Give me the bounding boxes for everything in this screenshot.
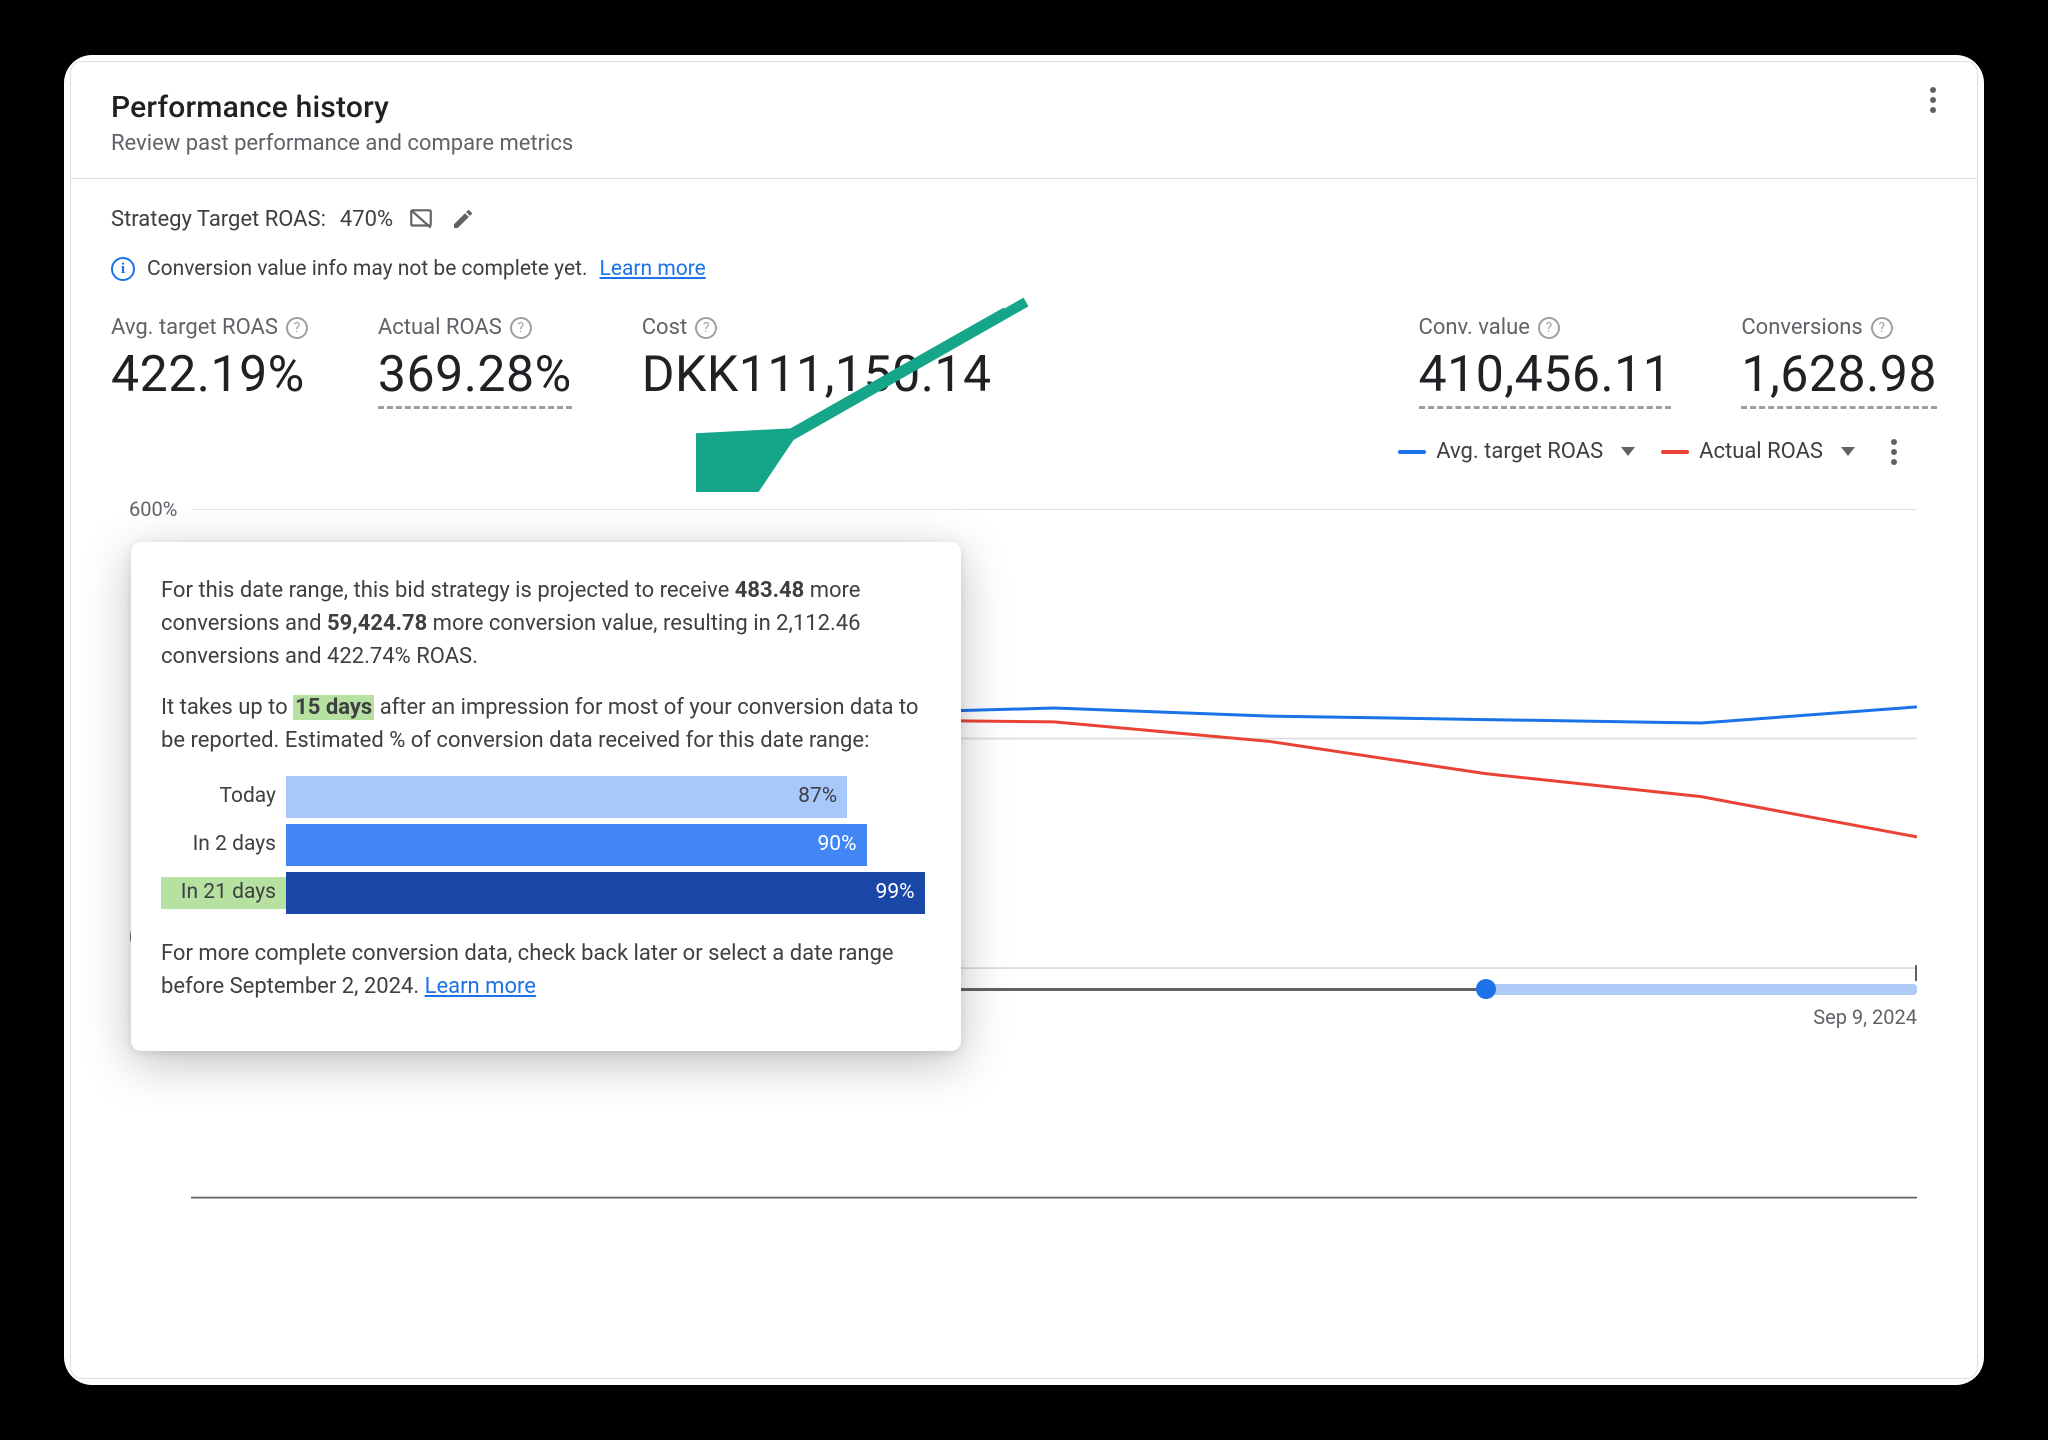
metric-avg-target-roas: Avg. target ROAS? 422.19%: [111, 315, 308, 409]
help-icon[interactable]: ?: [1538, 317, 1560, 339]
tooltip-projection: For this date range, this bid strategy i…: [161, 574, 931, 673]
metric-value: 422.19%: [111, 346, 308, 404]
more-vert-icon: [1891, 449, 1897, 455]
metric-label: Avg. target ROAS: [111, 315, 278, 340]
chart-disabled-icon: [407, 205, 435, 233]
chevron-down-icon: [1841, 447, 1855, 456]
metric-conv-value[interactable]: Conv. value? 410,456.11: [1419, 315, 1672, 409]
metric-value: 1,628.98: [1741, 346, 1937, 409]
y-tick-top: 600%: [129, 497, 177, 521]
tooltip-bar-row: In 21 days99%: [161, 871, 931, 915]
legend-swatch: [1398, 450, 1426, 454]
info-text: Conversion value info may not be complet…: [147, 257, 588, 281]
metric-actual-roas[interactable]: Actual ROAS? 369.28%: [378, 315, 572, 409]
tooltip-bar-row: Today87%: [161, 775, 931, 819]
strategy-target-row: Strategy Target ROAS: 470%: [111, 205, 1937, 233]
metric-label: Conversions: [1741, 315, 1862, 340]
info-icon: i: [111, 257, 135, 281]
slider-thumb[interactable]: [1476, 979, 1496, 999]
more-vert-icon: [1930, 97, 1936, 103]
metric-value: DKK111,150.14: [642, 346, 992, 404]
tooltip-learn-more-link[interactable]: Learn more: [425, 974, 536, 999]
metric-label: Cost: [642, 315, 687, 340]
legend-label: Actual ROAS: [1699, 439, 1823, 464]
chart-overflow-menu[interactable]: [1891, 449, 1897, 455]
chart-legend: Avg. target ROAS Actual ROAS: [1398, 439, 1897, 464]
card-overflow-menu[interactable]: [1915, 82, 1951, 118]
help-icon[interactable]: ?: [286, 317, 308, 339]
help-icon[interactable]: ?: [1871, 317, 1893, 339]
metric-conversions[interactable]: Conversions? 1,628.98: [1741, 315, 1937, 409]
tooltip-footer: For more complete conversion data, check…: [161, 937, 931, 1003]
legend-series-b[interactable]: Actual ROAS: [1661, 439, 1855, 464]
legend-series-a[interactable]: Avg. target ROAS: [1398, 439, 1635, 464]
chevron-down-icon: [1621, 447, 1635, 456]
info-banner: i Conversion value info may not be compl…: [111, 257, 1937, 281]
edit-pencil-icon[interactable]: [449, 205, 477, 233]
info-learn-more-link[interactable]: Learn more: [600, 257, 706, 281]
metric-label: Actual ROAS: [378, 315, 502, 340]
help-icon[interactable]: ?: [510, 317, 532, 339]
page-title: Performance history: [111, 90, 1937, 125]
performance-history-card: Performance history Review past performa…: [70, 61, 1978, 1379]
metric-cost: Cost? DKK111,150.14: [642, 315, 992, 409]
legend-swatch: [1661, 450, 1689, 454]
x-tick-end: Sep 9, 2024: [1813, 1005, 1917, 1029]
help-icon[interactable]: ?: [695, 317, 717, 339]
strategy-label: Strategy Target ROAS:: [111, 207, 326, 232]
metric-value: 369.28%: [378, 346, 572, 409]
metrics-row: Avg. target ROAS? 422.19% Actual ROAS? 3…: [111, 315, 1937, 409]
strategy-value: 470%: [340, 207, 393, 232]
page-subtitle: Review past performance and compare metr…: [111, 131, 1937, 156]
projection-tooltip: For this date range, this bid strategy i…: [131, 542, 961, 1051]
tooltip-bars: Today87%In 2 days90%In 21 days99%: [161, 775, 931, 915]
metric-label: Conv. value: [1419, 315, 1530, 340]
metric-value: 410,456.11: [1419, 346, 1672, 409]
card-header: Performance history Review past performa…: [71, 62, 1977, 179]
tooltip-lag-note: It takes up to 15 days after an impressi…: [161, 691, 931, 757]
legend-label: Avg. target ROAS: [1436, 439, 1603, 464]
tooltip-bar-row: In 2 days90%: [161, 823, 931, 867]
